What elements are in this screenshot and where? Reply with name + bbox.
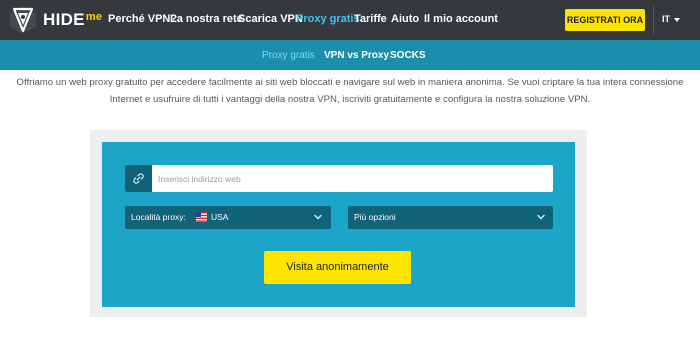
- proxy-location-value: USA: [211, 212, 229, 222]
- intro-paragraph: Offriamo un web proxy gratuito per acced…: [0, 74, 700, 108]
- chevron-down-icon: [314, 214, 322, 220]
- more-options-label: Più opzioni: [354, 212, 396, 222]
- link-icon: [125, 165, 152, 192]
- nav-item-account[interactable]: Il mio account: [424, 13, 498, 25]
- subnav-free-proxy[interactable]: Proxy gratis: [262, 50, 315, 61]
- proxy-location-label: Località proxy:: [131, 212, 186, 222]
- nav-item-why-vpn[interactable]: Perché VPN?: [108, 13, 177, 25]
- nav-item-download[interactable]: Scarica VPN: [238, 13, 303, 25]
- register-button[interactable]: REGISTRATI ORA: [565, 9, 645, 31]
- brand-logo[interactable]: HIDEme: [8, 5, 102, 35]
- subnav-vpn-vs-proxy[interactable]: VPN vs Proxy: [324, 50, 389, 61]
- url-input[interactable]: [158, 172, 538, 186]
- intro-line-1: Offriamo un web proxy gratuito per acced…: [16, 77, 684, 88]
- top-navbar: HIDEme Perché VPN? La nostra rete Scaric…: [0, 0, 700, 40]
- proxy-location-select[interactable]: Località proxy: USA: [125, 206, 331, 229]
- intro-line-2: Internet e usufruire di tutti i vantaggi…: [109, 94, 591, 105]
- us-flag-icon: [196, 212, 207, 222]
- language-code: IT: [662, 14, 670, 24]
- nav-item-help[interactable]: Aiuto: [391, 13, 419, 25]
- subnav-socks[interactable]: SOCKS: [390, 50, 426, 61]
- nav-item-pricing[interactable]: Tariffe: [354, 13, 387, 25]
- more-options-select[interactable]: Più opzioni: [348, 206, 553, 229]
- caret-down-icon: [674, 17, 680, 22]
- language-selector[interactable]: IT: [662, 14, 680, 24]
- chevron-down-icon: [537, 214, 545, 220]
- hideme-shield-icon: [10, 6, 36, 34]
- visit-anonymously-button[interactable]: Visita anonimamente: [264, 251, 411, 284]
- divider: [653, 6, 654, 34]
- nav-item-free-proxy[interactable]: Proxy gratis: [296, 13, 360, 25]
- sub-navbar: Proxy gratis VPN vs Proxy SOCKS: [0, 40, 700, 70]
- nav-item-network[interactable]: La nostra rete: [170, 13, 243, 25]
- brand-name: HIDEme: [43, 10, 103, 29]
